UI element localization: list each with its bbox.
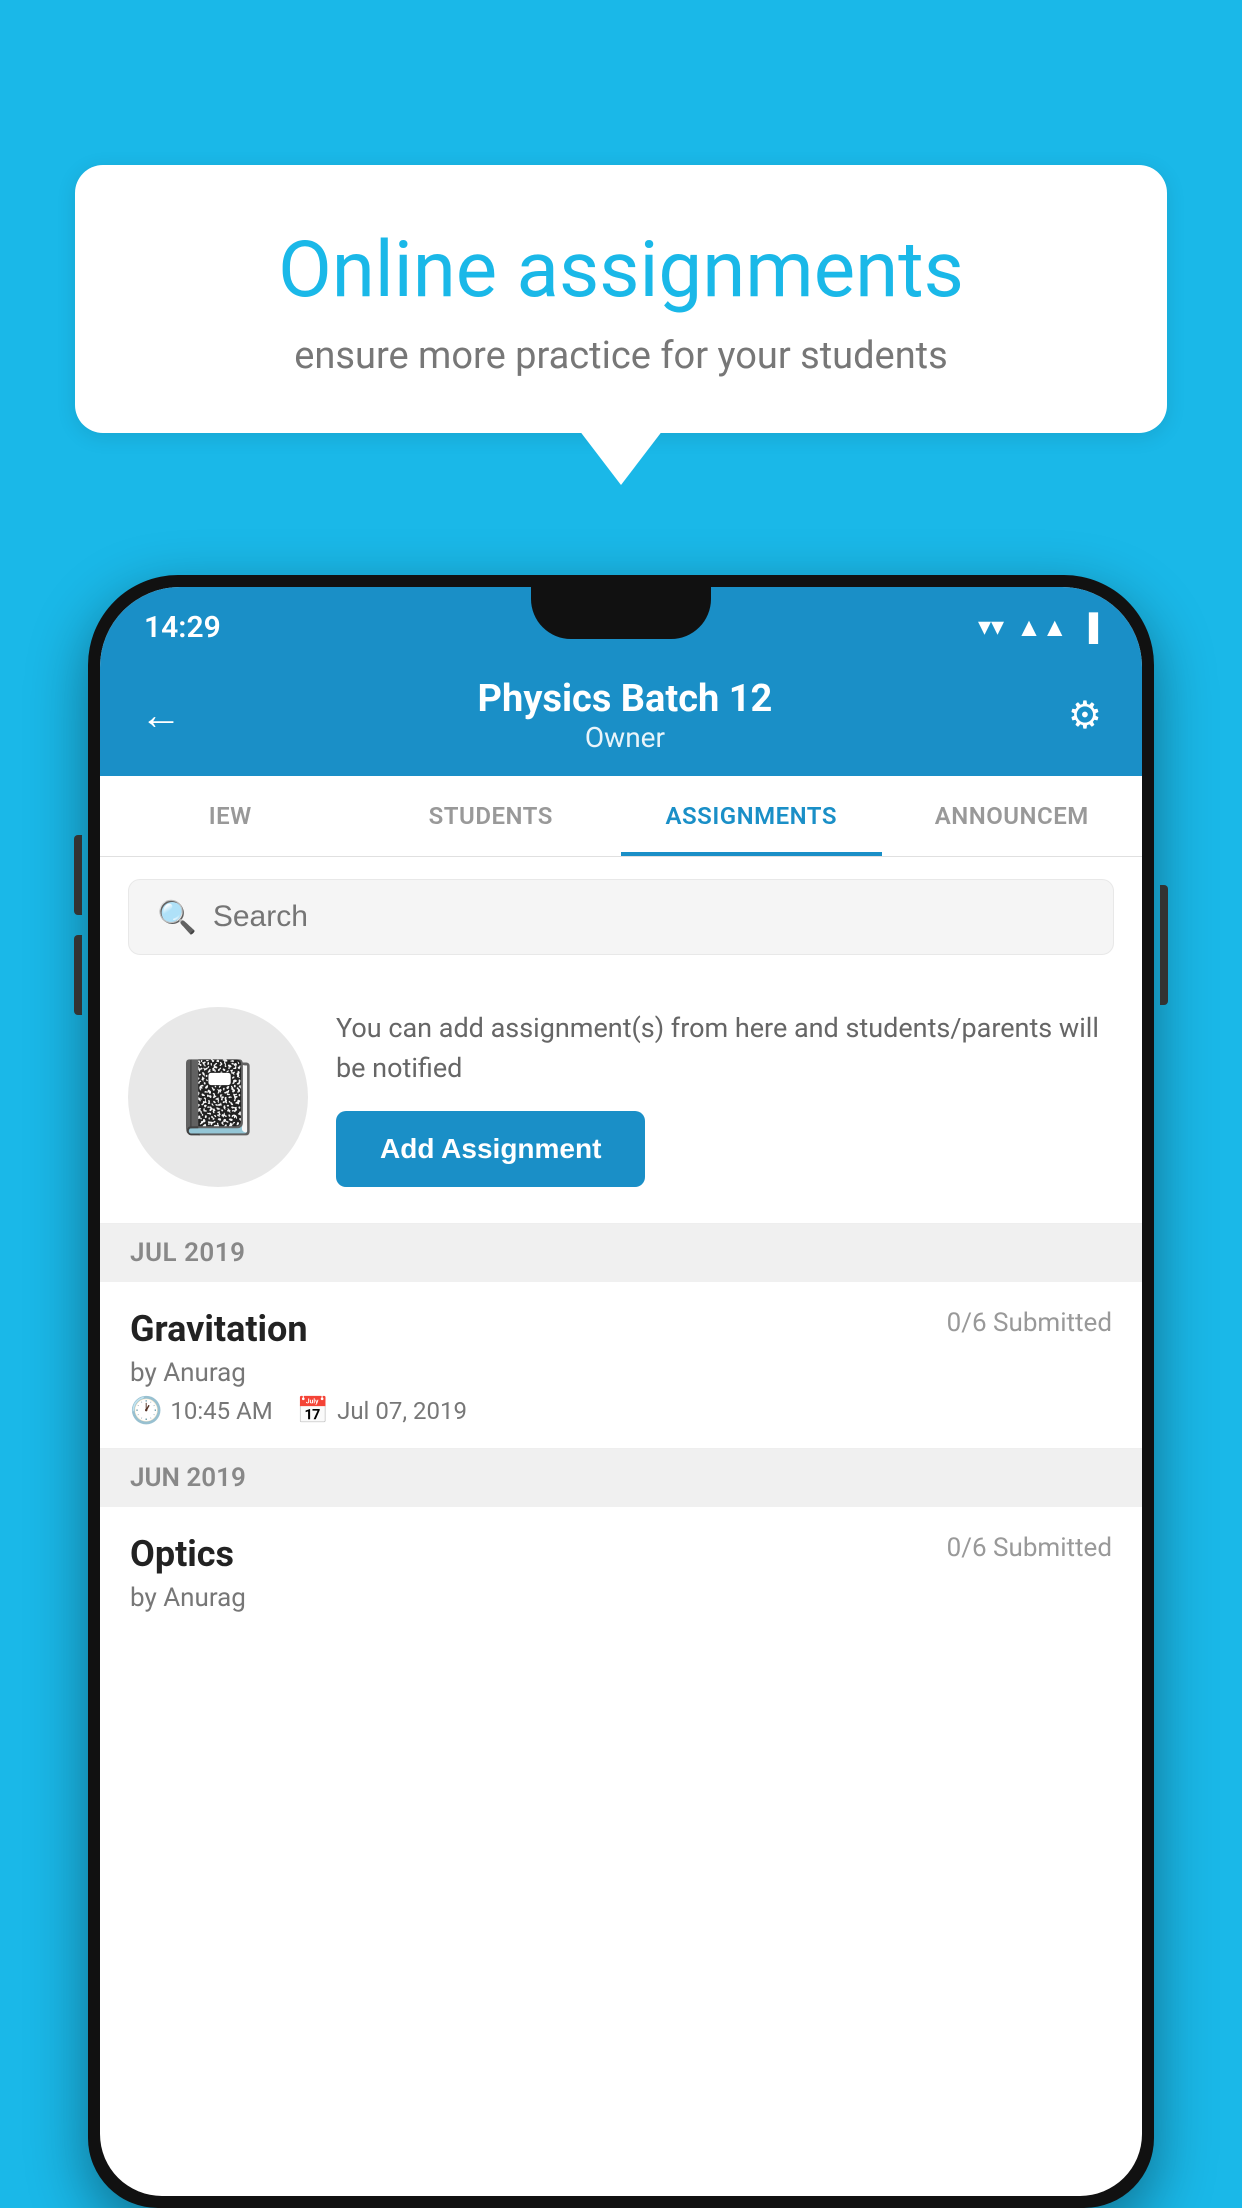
wifi-icon: ▾▾ [978,612,1004,642]
assignment-meta: 🕐 10:45 AM 📅 Jul 07, 2019 [130,1396,1112,1426]
clock-icon: 🕐 [130,1396,162,1426]
search-bar[interactable]: 🔍 [128,879,1114,955]
speech-bubble: Online assignments ensure more practice … [75,165,1167,433]
volume-up-button[interactable] [74,835,82,915]
promo-block: 📓 You can add assignment(s) from here an… [100,977,1142,1224]
assignment-date: 📅 Jul 07, 2019 [297,1396,467,1426]
add-assignment-button[interactable]: Add Assignment [336,1111,645,1187]
status-time: 14:29 [144,610,221,645]
search-bar-wrapper: 🔍 [100,857,1142,977]
tab-students[interactable]: STUDENTS [361,776,622,856]
optics-assignment[interactable]: Optics 0/6 Submitted by Anurag [100,1507,1142,1635]
optics-submitted: 0/6 Submitted [947,1533,1112,1575]
assignment-submitted: 0/6 Submitted [947,1308,1112,1338]
speech-bubble-card: Online assignments ensure more practice … [75,165,1167,433]
phone-notch [531,587,711,639]
time-value: 10:45 AM [170,1397,272,1425]
promo-text-side: You can add assignment(s) from here and … [336,1008,1114,1187]
search-input[interactable] [213,900,1085,934]
optics-author: by Anurag [130,1583,1112,1613]
tab-assignments[interactable]: ASSIGNMENTS [621,776,882,856]
assignment-row-top: Gravitation 0/6 Submitted [130,1308,1112,1350]
assignment-time: 🕐 10:45 AM [130,1396,273,1426]
status-icons: ▾▾ ▲▲ ▐ [978,612,1098,643]
settings-icon[interactable]: ⚙ [1068,693,1102,738]
signal-icon: ▲▲ [1016,612,1067,643]
phone-frame: 14:29 ▾▾ ▲▲ ▐ ← Physics Batch 12 Owner ⚙… [88,575,1154,2208]
header-subtitle: Owner [478,721,773,754]
optics-row-top: Optics 0/6 Submitted [130,1533,1112,1575]
assignment-name: Gravitation [130,1308,308,1350]
jul-section-header: JUL 2019 [100,1224,1142,1282]
optics-name: Optics [130,1533,234,1575]
volume-down-button[interactable] [74,935,82,1015]
tabs-bar: IEW STUDENTS ASSIGNMENTS ANNOUNCEM [100,776,1142,857]
gravitation-assignment[interactable]: Gravitation 0/6 Submitted by Anurag 🕐 10… [100,1282,1142,1449]
date-value: Jul 07, 2019 [337,1397,467,1425]
tab-announcements[interactable]: ANNOUNCEM [882,776,1143,856]
assignment-icon-circle: 📓 [128,1007,308,1187]
promo-description: You can add assignment(s) from here and … [336,1008,1114,1089]
assignment-author: by Anurag [130,1358,1112,1388]
bubble-subtitle: ensure more practice for your students [145,334,1097,378]
tab-iew[interactable]: IEW [100,776,361,856]
search-icon: 🔍 [157,898,197,936]
app-header: ← Physics Batch 12 Owner ⚙ [100,659,1142,776]
header-title: Physics Batch 12 [478,677,773,721]
notebook-icon: 📓 [173,1055,263,1140]
content-area: 🔍 📓 You can add assignment(s) from here … [100,857,1142,1635]
power-button[interactable] [1160,885,1168,1005]
jun-section-header: JUN 2019 [100,1449,1142,1507]
header-center: Physics Batch 12 Owner [478,677,773,754]
calendar-icon: 📅 [297,1396,329,1426]
battery-icon: ▐ [1080,612,1098,643]
phone-screen: 14:29 ▾▾ ▲▲ ▐ ← Physics Batch 12 Owner ⚙… [100,587,1142,2196]
back-button[interactable]: ← [140,691,182,740]
bubble-title: Online assignments [145,225,1097,316]
